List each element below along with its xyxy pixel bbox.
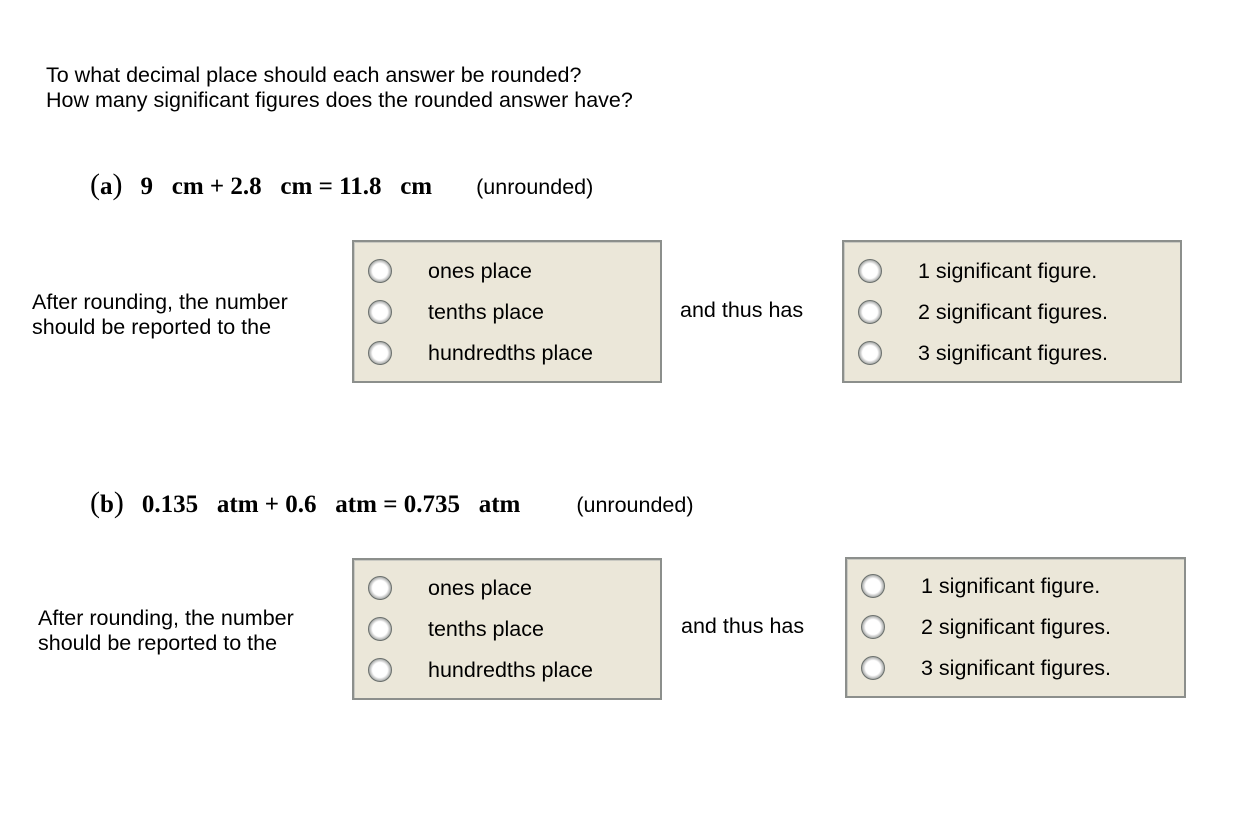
option-label: hundredths place	[428, 657, 593, 682]
option-1-sigfig[interactable]: 1 significant figure.	[858, 255, 1097, 287]
radio-button[interactable]	[858, 341, 882, 365]
option-hundredths-place[interactable]: hundredths place	[368, 337, 593, 369]
connector-text-a: and thus has	[680, 298, 804, 322]
option-label: 3 significant figures.	[921, 655, 1112, 680]
rounding-prompt-a: After rounding, the number should be rep…	[32, 290, 288, 340]
decimal-place-radio-group-b: ones place tenths place hundredths place	[352, 558, 662, 700]
option-3-sigfigs[interactable]: 3 significant figures.	[861, 652, 1111, 684]
option-label: ones place	[428, 258, 532, 283]
decimal-place-radio-group-a: ones place tenths place hundredths place	[352, 240, 662, 383]
radio-button[interactable]	[368, 341, 392, 365]
option-label: 2 significant figures.	[918, 299, 1109, 324]
option-hundredths-place[interactable]: hundredths place	[368, 654, 593, 686]
option-2-sigfigs[interactable]: 2 significant figures.	[861, 611, 1111, 643]
prompt-line-1: After rounding, the number	[32, 290, 288, 314]
option-label: 2 significant figures.	[921, 614, 1112, 639]
instruction-line-2: How many significant figures does the ro…	[46, 88, 633, 112]
radio-button[interactable]	[858, 259, 882, 283]
question-a-header: (a) 9 cm + 2.8 cm = 11.8 cm (unrounded)	[90, 168, 593, 202]
radio-button[interactable]	[368, 617, 392, 641]
radio-button[interactable]	[368, 259, 392, 283]
option-2-sigfigs[interactable]: 2 significant figures.	[858, 296, 1108, 328]
option-3-sigfigs[interactable]: 3 significant figures.	[858, 337, 1108, 369]
radio-button[interactable]	[861, 615, 885, 639]
connector-text-b: and thus has	[681, 614, 805, 638]
rounding-prompt-b: After rounding, the number should be rep…	[38, 606, 294, 656]
question-label-open-paren: (	[90, 486, 100, 519]
radio-button[interactable]	[858, 300, 882, 324]
option-label: 1 significant figure.	[918, 258, 1098, 283]
radio-button[interactable]	[861, 574, 885, 598]
option-label: tenths place	[428, 299, 544, 324]
radio-button[interactable]	[368, 658, 392, 682]
question-b-header: (b) 0.135 atm + 0.6 atm = 0.735 atm (unr…	[90, 486, 694, 520]
unrounded-label: (unrounded)	[476, 175, 594, 199]
instruction-line-1: To what decimal place should each answer…	[46, 63, 582, 87]
question-label: b	[100, 491, 114, 518]
equation: 0.135 atm + 0.6 atm = 0.735 atm	[141, 491, 521, 518]
question-label: a	[100, 173, 113, 200]
sigfig-radio-group-a: 1 significant figure. 2 significant figu…	[842, 240, 1182, 383]
option-1-sigfig[interactable]: 1 significant figure.	[861, 570, 1100, 602]
radio-button[interactable]	[861, 656, 885, 680]
option-label: 3 significant figures.	[918, 340, 1109, 365]
prompt-line-1: After rounding, the number	[38, 606, 294, 630]
option-tenths-place[interactable]: tenths place	[368, 613, 544, 645]
instructions: To what decimal place should each answer…	[46, 63, 633, 113]
option-tenths-place[interactable]: tenths place	[368, 296, 544, 328]
option-ones-place[interactable]: ones place	[368, 255, 532, 287]
question-label-close-paren: )	[113, 486, 124, 519]
unrounded-label: (unrounded)	[576, 493, 694, 517]
option-label: tenths place	[428, 616, 544, 641]
equation: 9 cm + 2.8 cm = 11.8 cm	[140, 173, 433, 200]
prompt-line-2: should be reported to the	[38, 631, 278, 655]
radio-button[interactable]	[368, 300, 392, 324]
question-label-close-paren: )	[112, 168, 123, 201]
radio-button[interactable]	[368, 576, 392, 600]
question-label-open-paren: (	[90, 168, 100, 201]
option-label: hundredths place	[428, 340, 593, 365]
option-label: 1 significant figure.	[921, 573, 1101, 598]
sigfig-radio-group-b: 1 significant figure. 2 significant figu…	[845, 557, 1186, 698]
prompt-line-2: should be reported to the	[32, 315, 272, 339]
option-label: ones place	[428, 575, 532, 600]
option-ones-place[interactable]: ones place	[368, 572, 532, 604]
